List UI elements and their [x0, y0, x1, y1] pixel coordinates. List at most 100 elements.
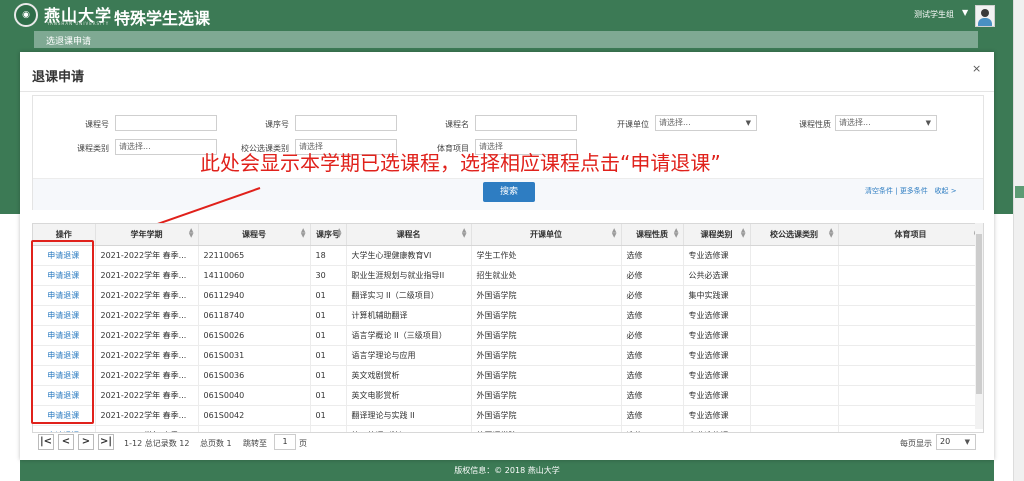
link-separator: |: [893, 187, 900, 195]
university-seal-icon: ◉: [14, 3, 38, 27]
sort-icon[interactable]: ▲▼: [189, 228, 194, 239]
table-cell-seq: 01: [310, 345, 347, 366]
table-cell-seq: 01: [310, 325, 347, 346]
table-row: 申请退课 2021-2022学年 春季... 06118740 01 计算机辅助翻译 外国…: [33, 305, 983, 326]
table-cell-course-no: 061S0042: [198, 405, 311, 426]
table-cell-term: 2021-2022学年 春季...: [95, 285, 199, 306]
table-cell-dept: 外国语学院: [471, 345, 622, 366]
collapse-link[interactable]: 收起 >: [935, 187, 957, 195]
seq-input[interactable]: [295, 115, 397, 131]
table-cell-dept: 外国语学院: [471, 305, 622, 326]
instruction-annotation: 此处会显示本学期已选课程，选择相应课程点击“申请退课”: [200, 151, 721, 175]
first-page-button[interactable]: |<: [38, 434, 54, 450]
table-cell-dept: 外国语学院: [471, 285, 622, 306]
column-header[interactable]: 课程名 ▲ ▼: [346, 224, 472, 246]
goto-label: 跳转至: [243, 439, 267, 448]
column-header[interactable]: 课序号 ▲ ▼: [310, 224, 347, 246]
column-header-label: 课程类别: [700, 230, 733, 239]
table-cell-seq: 18: [310, 245, 347, 266]
table-cell-name: 英文电影赏析: [346, 385, 472, 406]
table-cell-category: 专业选修课: [683, 385, 751, 406]
prev-page-button[interactable]: <: [58, 434, 74, 450]
table-row: 申请退课 2021-2022学年 春季... 061S0036 01 英文戏剧赏析 外国语…: [33, 365, 983, 386]
pagination: |< < > >| 1-12 总记录数 12 总页数 1 跳转至 1 页 每页显…: [32, 432, 982, 454]
table-cell-dept: 招生就业处: [471, 265, 622, 286]
per-page-label: 每页显示: [900, 439, 932, 448]
per-page-value: 20: [940, 437, 951, 446]
column-header[interactable]: 课程类别 ▲ ▼: [683, 224, 751, 246]
table-cell-sports: [838, 265, 983, 286]
table-cell-elective: [750, 385, 839, 406]
sort-icon[interactable]: ▲▼: [829, 228, 834, 239]
dept-label: 开课单位: [617, 120, 649, 129]
table-cell-category: 集中实践课: [683, 285, 751, 306]
table-cell-category: 专业选修课: [683, 345, 751, 366]
table-cell-nature: 选修: [621, 345, 684, 366]
table-row: 申请退课 2021-2022学年 春季... 061S0040 01 英文电影赏析 外国语…: [33, 385, 983, 406]
column-header[interactable]: 学年学期 ▲ ▼: [95, 224, 199, 246]
sort-icon[interactable]: ▲▼: [301, 228, 306, 239]
chevron-down-icon[interactable]: ▼: [962, 8, 968, 17]
column-header[interactable]: 课程号 ▲ ▼: [198, 224, 311, 246]
table-cell-dept: 外国语学院: [471, 405, 622, 426]
table-cell-course-no: 14110060: [198, 265, 311, 286]
table-cell-term: 2021-2022学年 春季...: [95, 365, 199, 386]
caret-down-icon: ▼: [925, 119, 931, 127]
table-cell-seq: 01: [310, 365, 347, 386]
table-cell-sports: [838, 285, 983, 306]
more-filters-link[interactable]: 更多条件: [900, 187, 928, 195]
table-cell-dept: 外国语学院: [471, 325, 622, 346]
course-no-input[interactable]: [115, 115, 217, 131]
close-icon[interactable]: ×: [972, 62, 981, 75]
filter-links: 清空条件 | 更多条件 收起 >: [865, 186, 957, 196]
nature-select-value: 请选择...: [839, 118, 871, 127]
sort-icon[interactable]: ▲▼: [612, 228, 617, 239]
record-summary: 1-12 总记录数 12: [124, 439, 190, 448]
table-cell-category: 专业选修课: [683, 405, 751, 426]
sort-icon[interactable]: ▲▼: [674, 228, 679, 239]
column-header[interactable]: 课程性质 ▲ ▼: [621, 224, 684, 246]
table-cell-sports: [838, 405, 983, 426]
avatar[interactable]: [975, 5, 995, 27]
next-page-button[interactable]: >: [78, 434, 94, 450]
table-cell-elective: [750, 305, 839, 326]
table-cell-seq: 30: [310, 265, 347, 286]
table-cell-course-no: 06118740: [198, 305, 311, 326]
nature-select[interactable]: 请选择... ▼: [835, 115, 937, 131]
table-cell-name: 英文戏剧赏析: [346, 365, 472, 386]
clear-filters-link[interactable]: 清空条件: [865, 187, 893, 195]
table-cell-name: 语言学概论 II（三级项目）: [346, 325, 472, 346]
table-scrollbar-thumb[interactable]: [976, 234, 982, 394]
page-scrollbar[interactable]: [1013, 0, 1024, 481]
sort-icon[interactable]: ▲▼: [462, 228, 467, 239]
column-header[interactable]: 体育项目▲▼: [838, 224, 983, 246]
column-header-label: 体育项目: [894, 230, 927, 239]
table-cell-nature: 选修: [621, 245, 684, 266]
column-header[interactable]: 开课单位 ▲ ▼: [471, 224, 622, 246]
table-row: 申请退课 2021-2022学年 春季... 061S0042 01 翻译理论与实践 I…: [33, 405, 983, 426]
caret-down-icon: ▼: [964, 438, 970, 446]
dept-select[interactable]: 请选择... ▼: [655, 115, 757, 131]
table-cell-elective: [750, 245, 839, 266]
table-cell-category: 专业选修课: [683, 325, 751, 346]
table-cell-sports: [838, 345, 983, 366]
column-header[interactable]: 校公选课类别 ▲ ▼: [750, 224, 839, 246]
seq-label: 课序号: [265, 120, 289, 129]
sort-icon[interactable]: ▲▼: [337, 228, 342, 239]
sort-icon[interactable]: ▲▼: [741, 228, 746, 239]
table-cell-sports: [838, 385, 983, 406]
column-header-label: 课程名: [396, 230, 421, 239]
table-cell-sports: [838, 365, 983, 386]
last-page-button[interactable]: >|: [98, 434, 114, 450]
page-number-input[interactable]: 1: [274, 434, 296, 450]
table-cell-dept: 外国语学院: [471, 365, 622, 386]
user-menu-name[interactable]: 测试学生组: [914, 9, 954, 20]
per-page-select[interactable]: 20 ▼: [936, 434, 976, 450]
column-header-label: 操作: [55, 230, 72, 239]
column-header-label: 学年学期: [130, 230, 163, 239]
table-cell-category: 专业选修课: [683, 245, 751, 266]
side-tab-icon[interactable]: [1015, 186, 1024, 198]
dept-select-value: 请选择...: [659, 118, 691, 127]
course-name-input[interactable]: [475, 115, 577, 131]
search-button[interactable]: 搜索: [483, 182, 535, 202]
